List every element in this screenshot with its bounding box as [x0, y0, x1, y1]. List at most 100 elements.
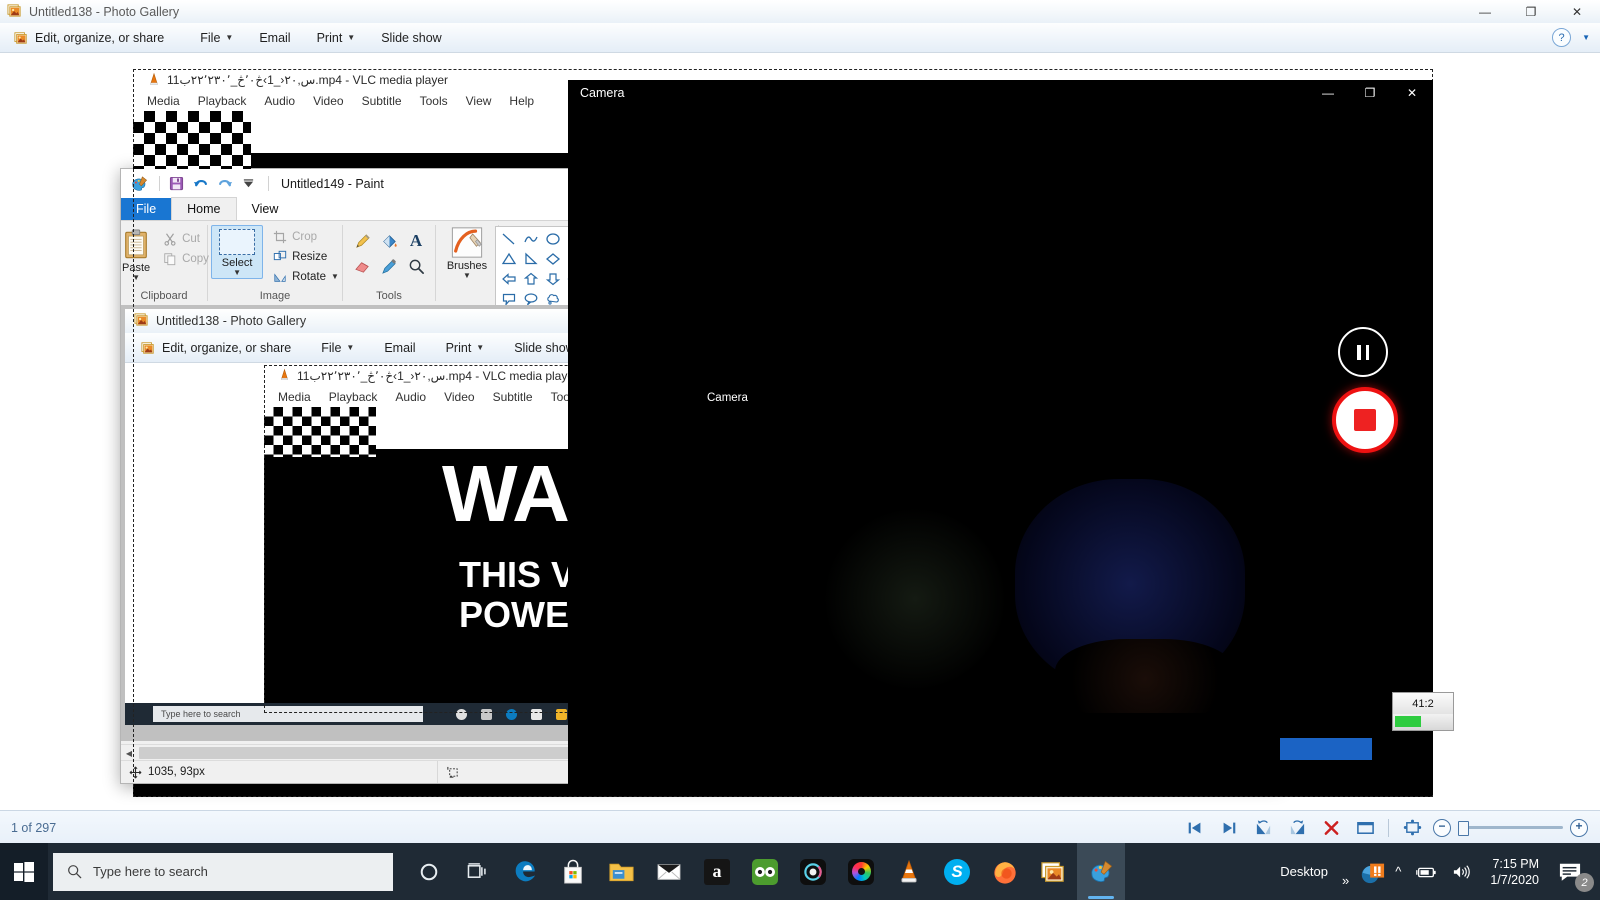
camera-stop-record-button-outer[interactable]	[1332, 387, 1398, 453]
delete-photo-button[interactable]	[1314, 814, 1348, 842]
shape-up-arrow[interactable]	[520, 269, 542, 289]
tray-clock[interactable]: 7:15 PM 1/7/2020	[1478, 856, 1551, 888]
tray-battery-icon[interactable]	[1408, 843, 1444, 900]
vlc-inner-menu-video[interactable]: Video	[444, 390, 474, 404]
inner-tbi-edge[interactable]	[506, 708, 517, 720]
taskbar-item-mail[interactable]	[645, 843, 693, 900]
magnifier-tool[interactable]	[403, 254, 429, 278]
shape-down-arrow[interactable]	[542, 269, 564, 289]
inner-menu-email[interactable]: Email	[384, 341, 415, 355]
shape-curve[interactable]	[520, 229, 542, 249]
vlc-menu-playback[interactable]: Playback	[198, 94, 247, 108]
menu-email[interactable]: Email	[259, 31, 290, 45]
inner-tbi-taskview[interactable]	[481, 708, 492, 720]
shape-diamond[interactable]	[542, 249, 564, 269]
select-button[interactable]: Select ▼	[211, 225, 264, 279]
copy-button[interactable]: Copy	[157, 249, 213, 269]
menu-slideshow[interactable]: Slide show	[381, 31, 441, 45]
previous-photo-button[interactable]	[1178, 814, 1212, 842]
fit-to-window-button[interactable]	[1348, 814, 1382, 842]
inner-menu-slideshow[interactable]: Slide show	[514, 341, 574, 355]
save-icon[interactable]	[166, 174, 187, 193]
taskbar-item-color-wheel-app[interactable]	[837, 843, 885, 900]
gallery-zoom-slider[interactable]	[1458, 821, 1563, 836]
inner-tbi-cortana[interactable]	[456, 708, 467, 720]
shape-line[interactable]	[498, 229, 520, 249]
task-view-button[interactable]	[453, 843, 501, 900]
gallery-zoom-thumb[interactable]	[1458, 821, 1469, 836]
undo-icon[interactable]	[190, 174, 211, 193]
rotate-button[interactable]: Rotate ▼	[267, 267, 343, 287]
next-photo-button[interactable]	[1212, 814, 1246, 842]
eraser-tool[interactable]	[349, 254, 375, 278]
chevron-down-icon[interactable]: ▼	[331, 273, 339, 281]
brushes-button[interactable]: Brushes ▼	[441, 224, 493, 282]
taskbar-item-paint[interactable]	[1077, 843, 1125, 900]
vlc-menu-video[interactable]: Video	[313, 94, 343, 108]
vlc-inner-menu-audio[interactable]: Audio	[395, 390, 426, 404]
shape-oval[interactable]	[542, 229, 564, 249]
taskbar-item-skype[interactable]: S	[933, 843, 981, 900]
inner-tbi-store[interactable]	[531, 708, 542, 720]
taskbar-search-box[interactable]: Type here to search	[53, 852, 393, 891]
resize-button[interactable]: Resize	[267, 247, 343, 267]
vlc-progress-highlight[interactable]	[1280, 738, 1372, 760]
vlc-inner-menu-media[interactable]: Media	[278, 390, 311, 404]
color-picker-tool[interactable]	[376, 254, 402, 278]
actual-size-button[interactable]	[1395, 814, 1429, 842]
minimize-button[interactable]: —	[1462, 0, 1508, 23]
camera-pause-button-outer[interactable]	[1338, 327, 1388, 377]
paste-button[interactable]: Paste ▼	[115, 225, 157, 284]
tray-desktop-label[interactable]: Desktop	[1273, 843, 1335, 900]
menu-file[interactable]: File ▼	[200, 31, 233, 45]
cortana-button[interactable]	[405, 843, 453, 900]
shape-right-triangle-2[interactable]	[520, 249, 542, 269]
chevron-down-icon[interactable]: ▼	[233, 269, 241, 277]
menu-print[interactable]: Print ▼	[317, 31, 356, 45]
shape-left-arrow[interactable]	[498, 269, 520, 289]
customize-quick-access-icon[interactable]	[238, 174, 259, 193]
crop-button[interactable]: Crop	[267, 227, 343, 247]
camera-minimize-button[interactable]: —	[1307, 80, 1349, 106]
taskbar-item-file-explorer[interactable]	[597, 843, 645, 900]
rotate-counterclockwise-button[interactable]	[1246, 814, 1280, 842]
taskbar-item-screen-recorder[interactable]	[789, 843, 837, 900]
fill-with-color-tool[interactable]	[376, 229, 402, 253]
taskbar-item-microsoft-store[interactable]	[549, 843, 597, 900]
chevron-down-icon[interactable]: ▼	[463, 272, 471, 280]
gallery-zoom-in-button[interactable]: +	[1570, 818, 1588, 837]
pencil-tool[interactable]	[349, 229, 375, 253]
vlc-menu-tools[interactable]: Tools	[420, 94, 448, 108]
inner-taskbar-search[interactable]: Type here to search	[153, 706, 423, 722]
cut-button[interactable]: Cut	[157, 229, 213, 249]
vlc-inner-menu-playback[interactable]: Playback	[329, 390, 378, 404]
taskbar-item-firefox[interactable]	[981, 843, 1029, 900]
taskbar-item-tripadvisor[interactable]	[741, 843, 789, 900]
taskbar-item-edge[interactable]	[501, 843, 549, 900]
camera-maximize-button[interactable]: ❐	[1349, 80, 1391, 106]
chevron-down-icon[interactable]: ▼	[1582, 33, 1590, 42]
tray-show-hidden-icons[interactable]: ^	[1388, 843, 1408, 900]
help-icon[interactable]: ?	[1552, 28, 1572, 47]
inner-menu-edit-organize-share[interactable]: Edit, organize, or share	[141, 341, 291, 355]
vlc-menu-audio[interactable]: Audio	[264, 94, 295, 108]
maximize-button[interactable]: ❐	[1508, 0, 1554, 23]
camera-close-button[interactable]: ✕	[1391, 80, 1433, 106]
tab-view[interactable]: View	[237, 198, 294, 220]
inner-menu-print[interactable]: Print ▼	[446, 341, 485, 355]
gallery-zoom-out-button[interactable]: −	[1433, 818, 1451, 837]
taskbar-item-photo-gallery[interactable]	[1029, 843, 1077, 900]
tray-overflow-icon[interactable]: »	[1335, 843, 1356, 909]
vlc-volume-strip[interactable]	[1392, 714, 1454, 731]
rotate-clockwise-button[interactable]	[1280, 814, 1314, 842]
tab-file[interactable]: File	[121, 198, 172, 220]
vlc-inner-menu-subtitle[interactable]: Subtitle	[493, 390, 533, 404]
inner-tbi-explorer[interactable]	[556, 708, 567, 720]
scroll-left-arrow[interactable]: ◀	[121, 745, 137, 761]
tray-volume-icon[interactable]	[1444, 843, 1478, 900]
vlc-menu-help[interactable]: Help	[509, 94, 534, 108]
vlc-menu-media[interactable]: Media	[147, 94, 180, 108]
close-button[interactable]: ✕	[1554, 0, 1600, 23]
tray-notification-app-icon[interactable]	[1356, 843, 1388, 900]
start-button[interactable]	[0, 843, 48, 900]
